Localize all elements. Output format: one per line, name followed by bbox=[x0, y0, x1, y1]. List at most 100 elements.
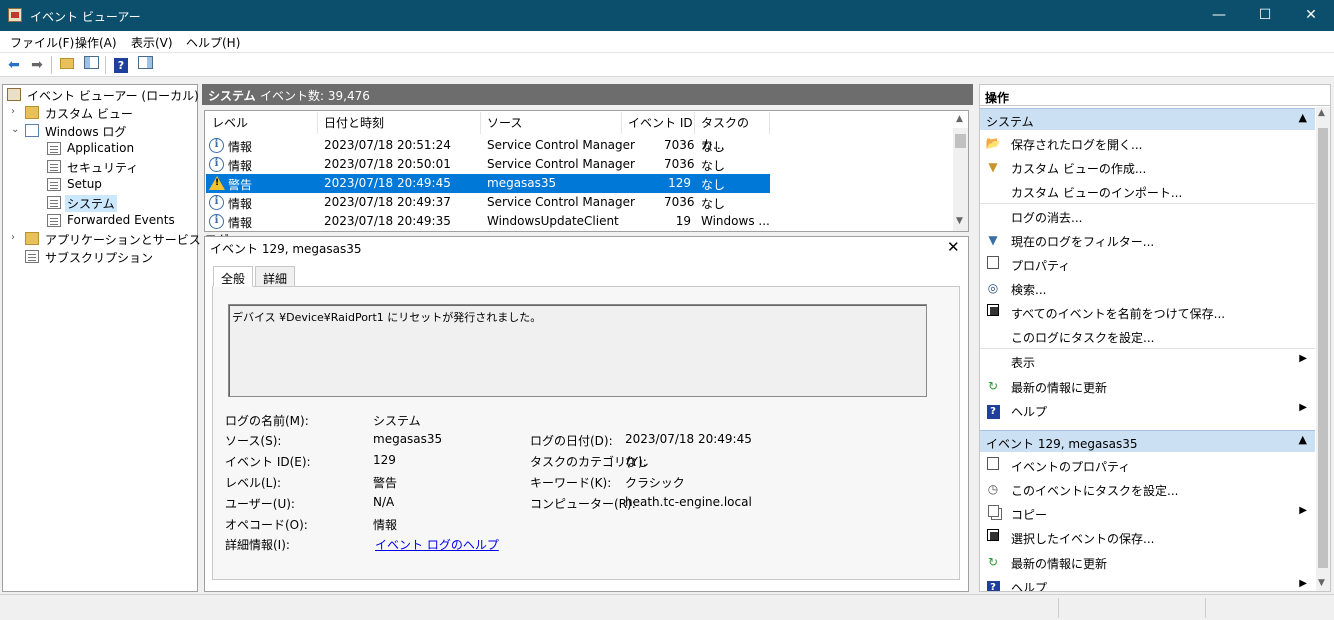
minimize-button[interactable]: — bbox=[1196, 0, 1242, 31]
action-find[interactable]: ◎ 検索... bbox=[980, 276, 1315, 300]
cell-event-id: 129 bbox=[668, 176, 691, 190]
action-create-custom-view[interactable]: ▼ カスタム ビューの作成... bbox=[980, 155, 1315, 179]
event-viewer-app-icon bbox=[8, 8, 22, 22]
action-save-all-events[interactable]: すべてのイベントを名前をつけて保存... bbox=[980, 300, 1315, 324]
action-attach-task-to-event[interactable]: ◷ このイベントにタスクを設定... bbox=[980, 477, 1315, 501]
event-description[interactable]: デバイス ¥Device¥RaidPort1 にリセットが発行されました。 bbox=[228, 304, 927, 397]
cell-source: Service Control Manager bbox=[487, 195, 635, 209]
event-list-scrollbar[interactable]: ▲ ▼ bbox=[953, 114, 968, 231]
cell-task: なし bbox=[701, 178, 726, 192]
cell-event-id: 7036 bbox=[664, 195, 695, 209]
table-row[interactable]: i 情報 2023/07/18 20:49:37 Service Control… bbox=[206, 193, 770, 212]
opcode-label: オペコード(O): bbox=[225, 518, 308, 532]
level-label: レベル(L): bbox=[225, 476, 282, 490]
action-copy[interactable]: コピー ▶ bbox=[980, 501, 1315, 525]
action-refresh-event[interactable]: ↻ 最新の情報に更新 bbox=[980, 550, 1315, 574]
log-name-label: ログの名前(M): bbox=[225, 414, 309, 428]
back-icon[interactable]: ⬅ bbox=[4, 55, 24, 75]
column-header-source[interactable]: ソース bbox=[481, 112, 622, 134]
cell-level: 警告 bbox=[228, 178, 253, 192]
column-header-level[interactable]: レベル bbox=[206, 112, 318, 134]
scroll-up-icon[interactable]: ▲ bbox=[956, 114, 963, 124]
forward-icon[interactable]: ➡ bbox=[27, 55, 47, 75]
action-attach-task-to-log[interactable]: このログにタスクを設定... bbox=[980, 324, 1315, 348]
filter-icon: ▼ bbox=[988, 160, 998, 174]
action-label: ヘルプ bbox=[1011, 581, 1048, 592]
column-header-date[interactable]: 日付と時刻 bbox=[318, 112, 481, 134]
action-help[interactable]: ? ヘルプ ▶ bbox=[980, 398, 1315, 422]
action-filter-current-log[interactable]: ▼ 現在のログをフィルター... bbox=[980, 228, 1315, 252]
menu-action[interactable]: 操作(A) bbox=[75, 34, 117, 51]
tree-label: アプリケーションとサービス ログ bbox=[45, 233, 229, 247]
scrollbar-thumb[interactable] bbox=[1318, 128, 1328, 568]
subscription-icon bbox=[25, 250, 39, 263]
info-icon: i bbox=[209, 157, 224, 172]
tree-label: Setup bbox=[67, 177, 102, 191]
scrollbar-thumb[interactable] bbox=[955, 134, 966, 148]
expand-icon[interactable]: › bbox=[11, 232, 21, 243]
table-row[interactable]: i 情報 2023/07/18 20:49:35 WindowsUpdateCl… bbox=[206, 212, 770, 231]
action-import-custom-view[interactable]: カスタム ビューのインポート... bbox=[980, 179, 1315, 203]
action-label: 検索... bbox=[1011, 283, 1047, 297]
submenu-arrow-icon: ▶ bbox=[1299, 578, 1307, 589]
submenu-arrow-icon: ▶ bbox=[1299, 505, 1307, 516]
event-log-help-link[interactable]: イベント ログのヘルプ bbox=[375, 536, 499, 553]
event-id-value: 129 bbox=[373, 453, 396, 467]
show-hide-tree-icon[interactable] bbox=[81, 55, 101, 75]
scroll-down-icon[interactable]: ▼ bbox=[956, 216, 963, 226]
tree-label: セキュリティ bbox=[67, 161, 139, 175]
action-properties[interactable]: プロパティ bbox=[980, 252, 1315, 276]
log-icon bbox=[47, 160, 61, 173]
actions-group-system[interactable]: システム ▲ bbox=[980, 108, 1315, 130]
action-label: プロパティ bbox=[1011, 259, 1071, 273]
close-window-button[interactable]: ✕ bbox=[1288, 0, 1334, 31]
scroll-down-icon[interactable]: ▼ bbox=[1318, 578, 1325, 588]
action-open-saved-log[interactable]: 📂 保存されたログを開く... bbox=[980, 131, 1315, 155]
action-refresh[interactable]: ↻ 最新の情報に更新 bbox=[980, 374, 1315, 398]
column-header-task[interactable]: タスクのカ... bbox=[695, 112, 770, 152]
toolbar: ⬅ ➡ ? bbox=[0, 53, 1334, 77]
collapse-caret-icon[interactable]: ▲ bbox=[1299, 433, 1307, 446]
menu-file[interactable]: ファイル(F) bbox=[10, 34, 74, 51]
action-label: このイベントにタスクを設定... bbox=[1011, 484, 1179, 498]
open-folder-icon: 📂 bbox=[985, 136, 1001, 150]
window-title: イベント ビューアー bbox=[30, 10, 141, 24]
tree-label: システム bbox=[65, 195, 117, 212]
menu-help[interactable]: ヘルプ(H) bbox=[186, 34, 240, 51]
maximize-button[interactable]: ☐ bbox=[1242, 0, 1288, 31]
user-label: ユーザー(U): bbox=[225, 497, 295, 511]
computer-label: コンピューター(R): bbox=[530, 497, 636, 511]
collapse-caret-icon[interactable]: ▲ bbox=[1299, 111, 1307, 124]
log-icon bbox=[47, 142, 61, 155]
menu-view[interactable]: 表示(V) bbox=[131, 34, 173, 51]
table-row-selected[interactable]: ! 警告 2023/07/18 20:49:45 megasas35 129 な… bbox=[206, 174, 770, 193]
action-label: ヘルプ bbox=[1011, 405, 1048, 419]
column-header-event-id[interactable]: イベント ID bbox=[622, 112, 695, 134]
table-row[interactable]: i 情報 2023/07/18 20:50:01 Service Control… bbox=[206, 155, 770, 174]
action-label: 現在のログをフィルター... bbox=[1011, 235, 1155, 249]
table-row[interactable]: i 情報 2023/07/18 20:51:24 Service Control… bbox=[206, 136, 770, 155]
cell-source: megasas35 bbox=[487, 176, 557, 190]
collapse-icon[interactable]: ⌄ bbox=[11, 124, 21, 135]
tab-general[interactable]: 全般 bbox=[213, 266, 254, 287]
cell-source: Service Control Manager bbox=[487, 138, 635, 152]
up-folder-icon[interactable] bbox=[57, 55, 77, 75]
scroll-up-icon[interactable]: ▲ bbox=[1318, 108, 1325, 118]
action-event-properties[interactable]: イベントのプロパティ bbox=[980, 453, 1315, 477]
actions-group-event[interactable]: イベント 129, megasas35 ▲ bbox=[980, 430, 1315, 452]
action-save-selected-events[interactable]: 選択したイベントの保存... bbox=[980, 525, 1315, 549]
action-label: カスタム ビューのインポート... bbox=[1011, 186, 1183, 200]
action-view[interactable]: 表示 ▶ bbox=[980, 349, 1315, 373]
show-hide-action-icon[interactable] bbox=[135, 55, 155, 75]
opcode-value: 情報 bbox=[373, 518, 398, 532]
help-icon[interactable]: ? bbox=[111, 55, 131, 75]
action-help-event[interactable]: ? ヘルプ ▶ bbox=[980, 574, 1315, 592]
detail-title: イベント 129, megasas35 bbox=[210, 242, 362, 256]
action-clear-log[interactable]: ログの消去... bbox=[980, 204, 1315, 228]
tab-details[interactable]: 詳細 bbox=[255, 266, 296, 287]
submenu-arrow-icon: ▶ bbox=[1299, 402, 1307, 413]
keywords-label: キーワード(K): bbox=[530, 476, 612, 490]
cell-task: Windows ... bbox=[701, 214, 770, 228]
close-detail-icon[interactable]: ✕ bbox=[947, 238, 960, 256]
expand-icon[interactable]: › bbox=[11, 106, 21, 117]
